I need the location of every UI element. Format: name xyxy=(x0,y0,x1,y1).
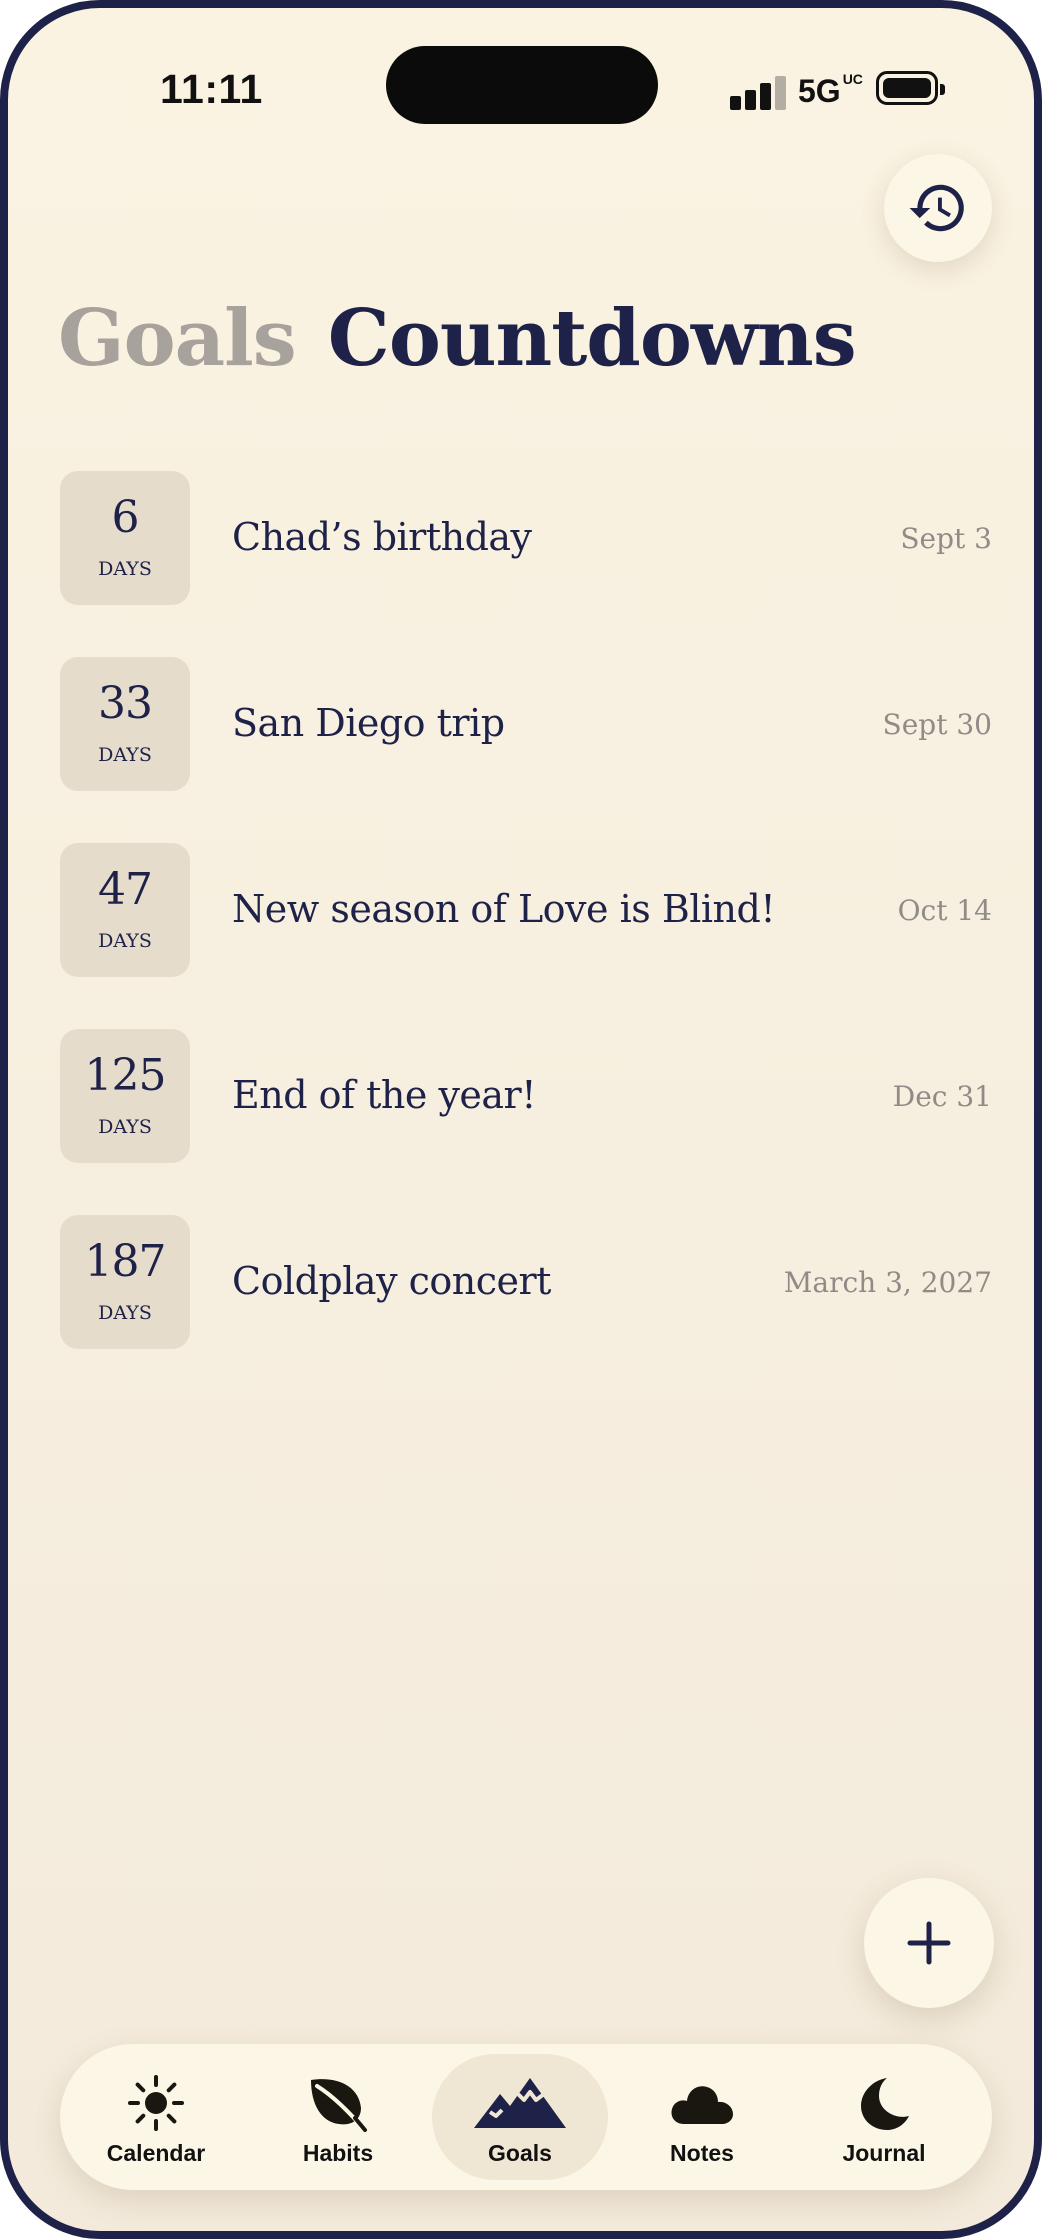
nav-label: Journal xyxy=(842,2140,926,2166)
carrier-suffix: UC xyxy=(842,71,863,87)
nav-item-notes[interactable]: Notes xyxy=(614,2054,790,2180)
segment-tabs: Goals Countdowns xyxy=(58,293,857,384)
battery-icon xyxy=(876,71,945,105)
countdown-date: Sept 30 xyxy=(882,708,992,741)
days-unit: DAYS xyxy=(98,1302,152,1324)
days-badge: 47 DAYS xyxy=(60,843,190,977)
mountain-icon xyxy=(474,2078,566,2128)
battery-fill xyxy=(883,78,931,98)
days-count: 187 xyxy=(84,1236,167,1287)
carrier-text: 5G xyxy=(798,73,841,109)
countdown-row[interactable]: 125 DAYS End of the year! Dec 31 xyxy=(60,1024,992,1210)
days-unit: DAYS xyxy=(98,930,152,952)
status-time: 11:11 xyxy=(160,66,263,112)
moon-icon xyxy=(861,2078,909,2130)
countdown-date: March 3, 2027 xyxy=(783,1266,992,1299)
cloud-icon xyxy=(671,2086,733,2124)
nav-item-habits[interactable]: Habits xyxy=(250,2054,426,2180)
days-badge: 6 DAYS xyxy=(60,471,190,605)
days-count: 6 xyxy=(111,492,140,543)
history-button[interactable] xyxy=(884,154,992,262)
history-clock-icon xyxy=(909,184,964,232)
days-badge: 33 DAYS xyxy=(60,657,190,791)
tab-goals[interactable]: Goals xyxy=(58,293,297,384)
days-unit: DAYS xyxy=(98,558,152,580)
nav-item-calendar[interactable]: Calendar xyxy=(68,2054,244,2180)
phone-screen: 11:11 5G UC Goals Countdowns 6 DAYS Chad’ xyxy=(0,0,1042,2239)
days-count: 125 xyxy=(84,1050,167,1101)
nav-item-journal[interactable]: Journal xyxy=(796,2054,972,2180)
tab-countdowns[interactable]: Countdowns xyxy=(328,293,857,384)
countdown-row[interactable]: 47 DAYS New season of Love is Blind! Oct… xyxy=(60,838,992,1024)
days-unit: DAYS xyxy=(98,744,152,766)
countdown-row[interactable]: 6 DAYS Chad’s birthday Sept 3 xyxy=(60,466,992,652)
countdown-title: San Diego trip xyxy=(232,701,505,745)
countdown-title: End of the year! xyxy=(232,1073,537,1117)
countdown-row[interactable]: 187 DAYS Coldplay concert March 3, 2027 xyxy=(60,1210,992,1396)
signal-icon xyxy=(730,74,790,110)
nav-label: Habits xyxy=(302,2140,374,2166)
battery-cap xyxy=(940,84,945,95)
countdown-list: 6 DAYS Chad’s birthday Sept 3 33 DAYS Sa… xyxy=(60,466,992,1396)
status-bar: 11:11 5G UC xyxy=(8,8,1034,178)
countdown-title: Chad’s birthday xyxy=(232,515,532,559)
days-badge: 125 DAYS xyxy=(60,1029,190,1163)
countdown-row[interactable]: 33 DAYS San Diego trip Sept 30 xyxy=(60,652,992,838)
days-count: 47 xyxy=(98,864,153,915)
nav-label: Calendar xyxy=(106,2140,206,2166)
leaf-icon xyxy=(311,2079,367,2132)
nav-item-goals[interactable]: Goals xyxy=(432,2054,608,2180)
nav-label: Notes xyxy=(670,2140,734,2166)
carrier-label: 5G UC xyxy=(798,71,863,110)
countdown-title: Coldplay concert xyxy=(232,1259,551,1303)
bottom-nav: Calendar Habits Goals Notes Journal xyxy=(60,2044,992,2190)
sun-icon xyxy=(128,2075,184,2131)
dynamic-island xyxy=(386,46,658,124)
countdown-title: New season of Love is Blind! xyxy=(232,887,776,931)
nav-label: Goals xyxy=(488,2140,552,2166)
countdown-date: Dec 31 xyxy=(892,1080,992,1113)
countdown-date: Sept 3 xyxy=(900,522,992,555)
countdown-date: Oct 14 xyxy=(897,894,992,927)
days-count: 33 xyxy=(98,678,153,729)
days-unit: DAYS xyxy=(98,1116,152,1138)
days-badge: 187 DAYS xyxy=(60,1215,190,1349)
add-countdown-button[interactable] xyxy=(864,1878,994,2008)
plus-icon xyxy=(907,1921,951,1965)
